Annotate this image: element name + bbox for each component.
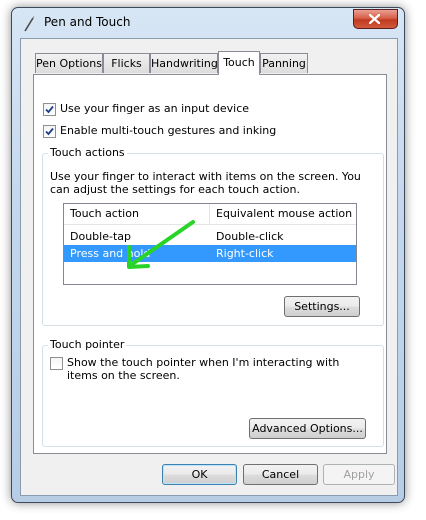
green-arrow-icon: [127, 220, 195, 269]
settings-button[interactable]: Settings...: [284, 296, 360, 317]
mouse-action-cell: Right-click: [216, 247, 274, 260]
close-button[interactable]: [353, 9, 398, 29]
multitouch-option[interactable]: Enable multi-touch gestures and inking: [43, 124, 276, 140]
touch-actions-group-label: Touch actions: [48, 146, 127, 159]
apply-button[interactable]: Apply: [323, 464, 395, 485]
list-header: Touch action Equivalent mouse action: [64, 204, 356, 225]
tab-flicks[interactable]: Flicks: [103, 53, 150, 73]
advanced-options-button[interactable]: Advanced Options...: [249, 418, 366, 439]
use-finger-option[interactable]: Use your finger as an input device: [43, 102, 249, 118]
show-pointer-checkbox[interactable]: [50, 357, 63, 370]
close-icon: [369, 14, 380, 24]
column-header-mouse-action[interactable]: Equivalent mouse action: [210, 204, 356, 224]
ok-button[interactable]: OK: [162, 464, 237, 485]
checkmark-icon: [45, 127, 54, 136]
checkmark-icon: [45, 105, 54, 114]
window-title: Pen and Touch: [44, 15, 131, 29]
multitouch-label: Enable multi-touch gestures and inking: [60, 124, 277, 137]
touch-pointer-group-label: Touch pointer: [48, 338, 127, 351]
use-finger-label: Use your finger as an input device: [60, 102, 250, 115]
dialog-client-area: Pen Options Flicks Handwriting Touch Pan…: [20, 38, 398, 496]
title-bar[interactable]: Pen and Touch: [12, 8, 404, 38]
show-pointer-option[interactable]: Show the touch pointer when I'm interact…: [50, 356, 350, 382]
show-pointer-label: Show the touch pointer when I'm interact…: [67, 356, 340, 382]
touch-actions-description: Use your finger to interact with items o…: [50, 170, 361, 196]
list-item[interactable]: Press and hold Right-click: [64, 245, 356, 262]
touch-actions-list[interactable]: Touch action Equivalent mouse action Dou…: [63, 203, 357, 285]
list-item[interactable]: Double-tap Double-click: [64, 228, 356, 245]
multitouch-checkbox[interactable]: [43, 125, 56, 138]
cancel-button[interactable]: Cancel: [243, 464, 318, 485]
tab-touch[interactable]: Touch: [218, 51, 260, 75]
use-finger-checkbox[interactable]: [43, 103, 56, 116]
pen-and-touch-window: Pen and Touch Pen Options Flicks Handwri…: [11, 7, 405, 503]
pen-icon: [22, 16, 36, 32]
mouse-action-cell: Double-click: [216, 230, 284, 243]
tab-pen-options[interactable]: Pen Options: [35, 53, 103, 73]
tab-panning[interactable]: Panning: [260, 53, 308, 73]
tab-handwriting[interactable]: Handwriting: [150, 53, 218, 73]
